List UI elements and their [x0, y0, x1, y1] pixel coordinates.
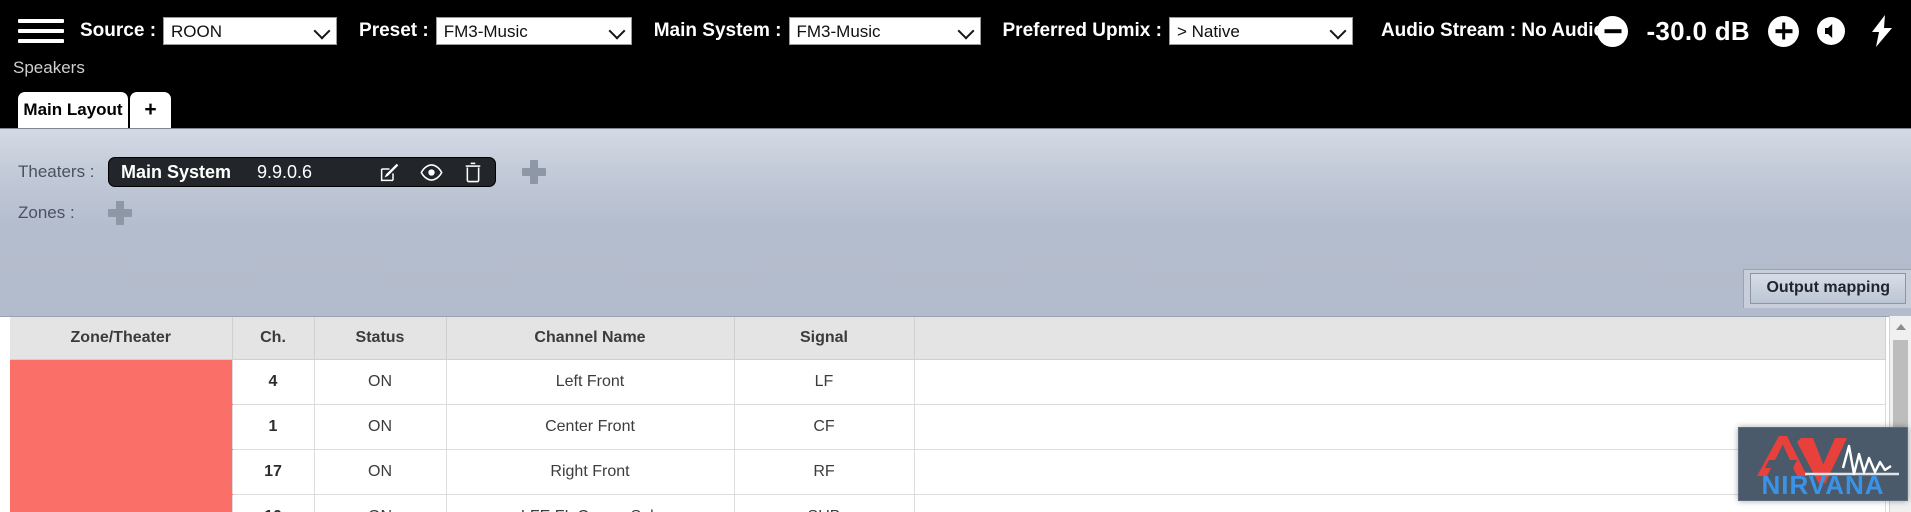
table-row[interactable]: 17 ON Right Front RF: [10, 449, 1886, 495]
tab-add-button[interactable]: +: [130, 92, 171, 128]
cell-channel-name: LFE FL Corner Sub: [445, 494, 735, 512]
hamburger-menu-icon[interactable]: [18, 16, 64, 46]
lightning-bolt-icon[interactable]: [1869, 14, 1895, 48]
hamburger-bar: [18, 19, 64, 23]
preferred-upmix-select-value: > Native: [1176, 21, 1240, 41]
theater-entry-main-system[interactable]: Main System 9.9.0.6: [108, 157, 496, 187]
cell-ch: 10: [231, 494, 315, 512]
channel-table-area: Zone/Theater Ch. Status Channel Name Sig…: [0, 316, 1911, 512]
cell-zone-theater: [10, 359, 233, 405]
theaters-row: Theaters : Main System 9.9.0.6: [18, 157, 546, 187]
column-header-extra[interactable]: [913, 317, 1886, 360]
table-row[interactable]: 1 ON Center Front CF: [10, 404, 1886, 450]
chevron-down-icon: [608, 22, 626, 40]
main-system-select-value: FM3-Music: [796, 21, 881, 41]
cell-status: ON: [313, 404, 447, 450]
volume-minus-button[interactable]: [1597, 15, 1629, 47]
edit-pencil-icon[interactable]: [379, 162, 400, 183]
channel-table: Zone/Theater Ch. Status Channel Name Sig…: [10, 317, 1886, 512]
configuration-panel: Theaters : Main System 9.9.0.6 Zones: O…: [0, 128, 1911, 317]
source-label: Source :: [80, 20, 157, 41]
cell-signal: LF: [733, 359, 915, 405]
cell-signal: RF: [733, 449, 915, 495]
main-system-field: Main System : FM3-Music: [654, 17, 981, 45]
channel-table-header: Zone/Theater Ch. Status Channel Name Sig…: [10, 317, 1886, 360]
cell-status: ON: [313, 359, 447, 405]
cell-zone-theater: [10, 494, 233, 512]
volume-controls: -30.0 dB: [1597, 0, 1895, 62]
preferred-upmix-field: Preferred Upmix : > Native: [1003, 17, 1353, 45]
chevron-down-icon: [957, 22, 974, 40]
tab-main-layout[interactable]: Main Layout: [18, 92, 128, 128]
cell-channel-name: Left Front: [445, 359, 735, 405]
table-header-row: Zone/Theater Ch. Status Channel Name Sig…: [10, 317, 1886, 360]
eye-icon[interactable]: [420, 162, 443, 183]
chevron-down-icon: [313, 22, 331, 40]
column-header-signal[interactable]: Signal: [733, 317, 915, 360]
channel-table-body: 4 ON Left Front LF 1 ON Center Front CF: [10, 359, 1886, 512]
theater-entry-actions: [379, 161, 483, 183]
preset-field: Preset : FM3-Music: [359, 17, 632, 45]
hamburger-bar: [18, 39, 64, 43]
volume-plus-button[interactable]: [1768, 15, 1799, 47]
add-theater-button[interactable]: [522, 160, 546, 184]
cell-ch: 4: [231, 359, 315, 405]
cell-status: ON: [313, 449, 447, 495]
chevron-down-icon: [1329, 22, 1347, 40]
column-header-status[interactable]: Status: [313, 317, 447, 360]
theaters-label: Theaters :: [18, 162, 95, 181]
table-row[interactable]: 10 ON LFE FL Corner Sub SUB: [10, 494, 1886, 512]
speaker-volume-icon[interactable]: [1817, 16, 1851, 46]
speakers-section-label: Speakers: [13, 58, 85, 77]
av-nirvana-watermark-logo: NIRVANA: [1738, 427, 1908, 501]
source-select-value: ROON: [171, 21, 223, 41]
audio-stream-status: Audio Stream : No Audio: [1380, 20, 1606, 41]
trash-icon[interactable]: [463, 161, 483, 183]
cell-zone-theater: [10, 404, 233, 450]
column-header-zone-theater[interactable]: Zone/Theater: [10, 317, 233, 360]
table-row[interactable]: 4 ON Left Front LF: [10, 359, 1886, 405]
preferred-upmix-label: Preferred Upmix :: [1002, 20, 1162, 41]
main-system-select[interactable]: FM3-Music: [788, 17, 981, 45]
main-system-label: Main System :: [653, 20, 782, 41]
cell-extra: [913, 359, 1886, 405]
preset-label: Preset :: [359, 20, 429, 41]
zones-label: Zones :: [18, 203, 75, 222]
source-field: Source : ROON: [80, 17, 338, 45]
zones-row: Zones :: [18, 201, 132, 225]
layout-tabs: Main Layout +: [18, 92, 171, 128]
add-zone-button[interactable]: [108, 201, 132, 225]
theater-entry-name: Main System: [121, 161, 232, 182]
volume-value: -30.0 dB: [1646, 15, 1750, 46]
output-mapping-button[interactable]: Output mapping: [1750, 273, 1906, 304]
cell-signal: SUB: [733, 494, 915, 512]
cell-channel-name: Center Front: [445, 404, 735, 450]
column-header-ch[interactable]: Ch.: [231, 317, 315, 360]
preset-select[interactable]: FM3-Music: [435, 17, 632, 45]
app-root: Source : ROON Preset : FM3-Music Main Sy…: [0, 0, 1911, 512]
source-select[interactable]: ROON: [163, 17, 338, 45]
cell-zone-theater: [10, 449, 233, 495]
preset-select-value: FM3-Music: [443, 21, 528, 41]
output-mapping-container: Output mapping: [1743, 269, 1911, 308]
svg-text:NIRVANA: NIRVANA: [1761, 470, 1884, 500]
cell-status: ON: [313, 494, 447, 512]
hamburger-bar: [18, 29, 64, 33]
cell-signal: CF: [733, 404, 915, 450]
scroll-up-arrow-icon[interactable]: [1890, 316, 1911, 337]
top-toolbar: Source : ROON Preset : FM3-Music Main Sy…: [0, 0, 1911, 62]
theater-entry-version: 9.9.0.6: [257, 161, 313, 182]
cell-ch: 17: [231, 449, 315, 495]
cell-ch: 1: [231, 404, 315, 450]
preferred-upmix-select[interactable]: > Native: [1168, 17, 1353, 45]
cell-channel-name: Right Front: [445, 449, 735, 495]
column-header-channel-name[interactable]: Channel Name: [445, 317, 735, 360]
